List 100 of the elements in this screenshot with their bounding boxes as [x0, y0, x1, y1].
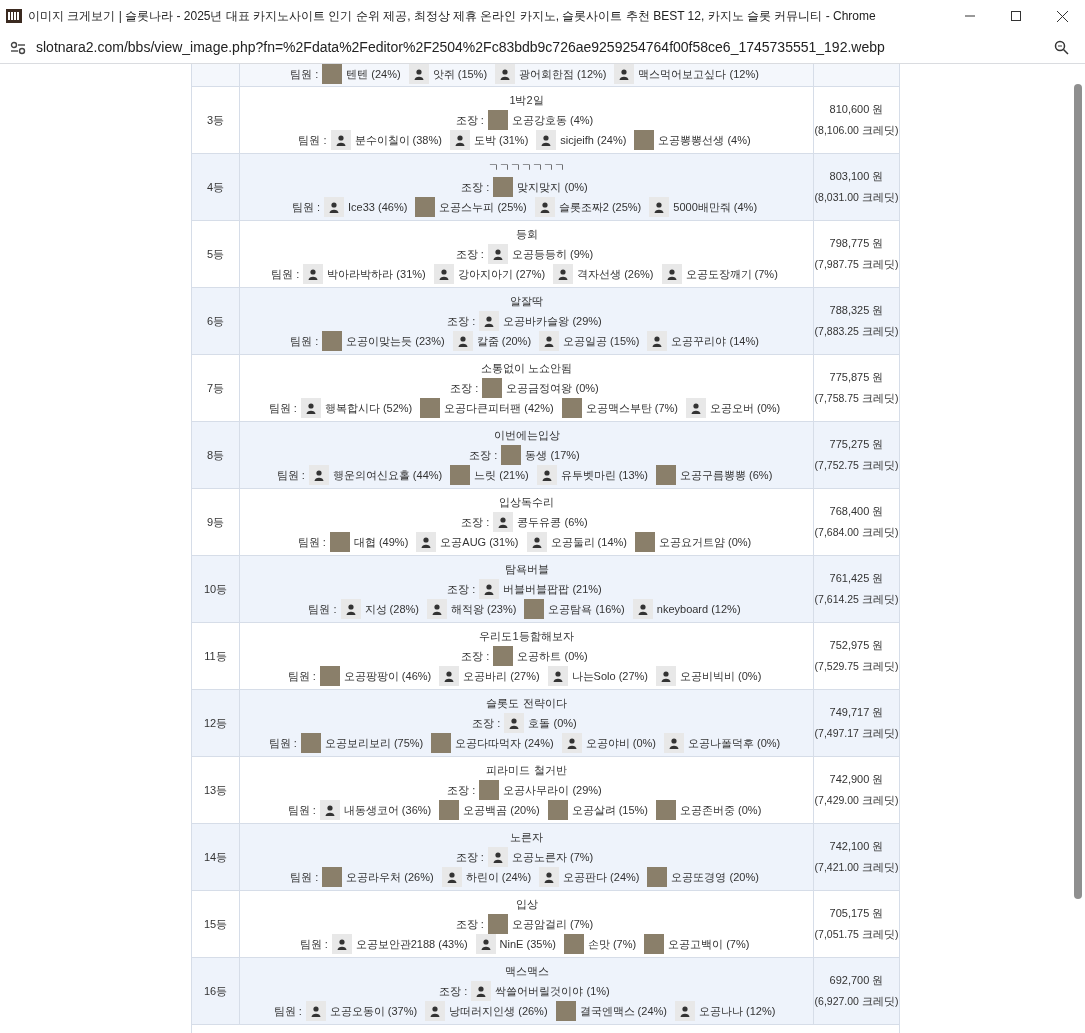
credit-amount: (7,051.75 크레딧) [814, 926, 899, 942]
user-avatar-icon [561, 733, 582, 753]
member-name: sicjeifh (24%) [560, 132, 627, 148]
photo-placeholder [487, 110, 508, 130]
rank-label: 13등 [203, 782, 228, 798]
user-avatar-icon [656, 666, 677, 686]
field-label: 조장 : [472, 715, 501, 731]
member-name: 오공팡팡이 (46%) [343, 668, 432, 684]
user-avatar-icon [536, 465, 557, 485]
member-name: 강아지아기 (27%) [457, 266, 546, 282]
site-settings-icon[interactable] [10, 40, 26, 55]
member-name: 오공맥스부탄 (7%) [585, 400, 678, 416]
credit-amount: (7,497.17 크레딧) [814, 725, 899, 741]
member-name: 오공꾸리야 (14%) [671, 333, 759, 349]
rank-label: 8등 [206, 447, 225, 463]
member-name: 버블버블팝팝 (21%) [503, 581, 602, 597]
zoom-icon[interactable] [1054, 40, 1069, 55]
member-name: 오공AUG (31%) [440, 534, 519, 550]
field-label: 팀원 : [287, 668, 316, 684]
user-avatar-icon [324, 197, 345, 217]
member-name: 느릿 (21%) [474, 467, 529, 483]
user-avatar-icon [493, 512, 514, 532]
field-label: 팀원 : [276, 467, 305, 483]
team-name: 이번에는입상 [493, 427, 560, 443]
member-name: 오공나나 (12%) [698, 1003, 776, 1019]
member-name: 오공등등히 (9%) [511, 246, 594, 262]
member-name: 슬롯조짜2 (25%) [558, 199, 642, 215]
prize-amount: 742,100 원 [829, 839, 884, 855]
field-label: 조장 : [455, 849, 484, 865]
photo-placeholder [322, 867, 343, 887]
user-avatar-icon [439, 666, 460, 686]
photo-placeholder [431, 733, 452, 753]
member-name: 싹쓸어버릴것이야 (1%) [495, 983, 610, 999]
prize-amount: 775,875 원 [829, 370, 884, 386]
member-name: 오공사무라이 (29%) [503, 782, 602, 798]
member-name: 오공금정여왕 (0%) [506, 380, 599, 396]
user-avatar-icon [308, 465, 329, 485]
member-name: 지성 (28%) [364, 601, 419, 617]
user-avatar-icon [663, 733, 684, 753]
photo-placeholder [420, 398, 441, 418]
member-name: 오공보안관2188 (43%) [355, 936, 468, 952]
member-name: 오공뽕뽕선생 (4%) [658, 132, 751, 148]
member-name: 도박 (31%) [473, 132, 529, 148]
member-name: 결국엔맥스 (24%) [579, 1003, 667, 1019]
field-label: 팀원 : [290, 333, 319, 349]
member-name: NinE (35%) [499, 936, 556, 952]
user-avatar-icon [539, 867, 560, 887]
credit-amount: (7,752.75 크레딧) [814, 457, 899, 473]
credit-amount: (7,883.25 크레딧) [814, 323, 899, 339]
user-avatar-icon [303, 264, 324, 284]
field-label: 팀원 : [291, 199, 321, 215]
member-name: 오공존버중 (0%) [680, 802, 762, 818]
photo-placeholder [634, 532, 655, 552]
credit-amount: (7,987.75 크레딧) [814, 256, 899, 272]
field-label: 조장 : [447, 313, 476, 329]
team-name: 소통없이 노쇼안됨 [480, 360, 573, 376]
rank-label: 10등 [203, 581, 228, 597]
field-label: 팀원 : [290, 66, 319, 82]
user-avatar-icon [319, 800, 340, 820]
rank-label: 11등 [204, 648, 227, 664]
photo-placeholder [322, 64, 343, 84]
photo-placeholder [547, 800, 568, 820]
rank-label: 16등 [203, 983, 228, 999]
user-avatar-icon [553, 264, 574, 284]
member-name: 칼줌 (20%) [476, 333, 532, 349]
photo-placeholder [329, 532, 350, 552]
photo-placeholder [493, 646, 514, 666]
member-name: 맞지맞지 (0%) [517, 179, 588, 195]
rank-label: 7등 [206, 380, 225, 396]
photo-placeholder [415, 197, 436, 217]
prize-amount: 749,717 원 [829, 705, 884, 721]
field-label: 조장 : [461, 648, 490, 664]
member-name: 오공나폴덕후 (0%) [687, 735, 781, 751]
team-name: 입상독수리 [499, 494, 554, 510]
prize-amount: 788,325 원 [829, 303, 884, 319]
credit-amount: (8,031.00 크레딧) [814, 189, 899, 205]
member-name: 낭떠러지인생 (26%) [449, 1003, 548, 1019]
maximize-icon[interactable] [1011, 11, 1021, 21]
film-strip-icon [6, 9, 22, 23]
member-name: 오공라우처 (26%) [346, 869, 434, 885]
user-avatar-icon [475, 934, 496, 954]
member-name: 하린이 (24%) [465, 869, 532, 885]
field-label: 팀원 : [268, 735, 297, 751]
member-name: 오공바리 (27%) [463, 668, 540, 684]
photo-placeholder [555, 1001, 576, 1021]
user-avatar-icon [305, 1001, 326, 1021]
member-name: 오공이맞는듯 (23%) [346, 333, 445, 349]
member-name: 오공살려 (15%) [571, 802, 649, 818]
field-label: 조장 : [447, 581, 476, 597]
field-label: 팀원 : [298, 132, 327, 148]
member-name: 오공야비 (0%) [585, 735, 656, 751]
close-icon[interactable] [1056, 10, 1068, 22]
member-name: Ice33 (46%) [348, 199, 408, 215]
member-name: 동생 (17%) [525, 447, 580, 463]
member-name: 오공도장깨기 (7%) [685, 266, 778, 282]
prize-amount: 775,275 원 [829, 437, 884, 453]
url-text[interactable]: slotnara2.com/bbs/view_image.php?fn=%2Fdata%2Feditor%2F2504%2Fc83bdb9c726ae9259254764f00f58ce6_1745735551_192.webp [36, 37, 885, 58]
user-avatar-icon [649, 197, 670, 217]
member-name: 오공하트 (0%) [517, 648, 588, 664]
user-avatar-icon [340, 599, 361, 619]
